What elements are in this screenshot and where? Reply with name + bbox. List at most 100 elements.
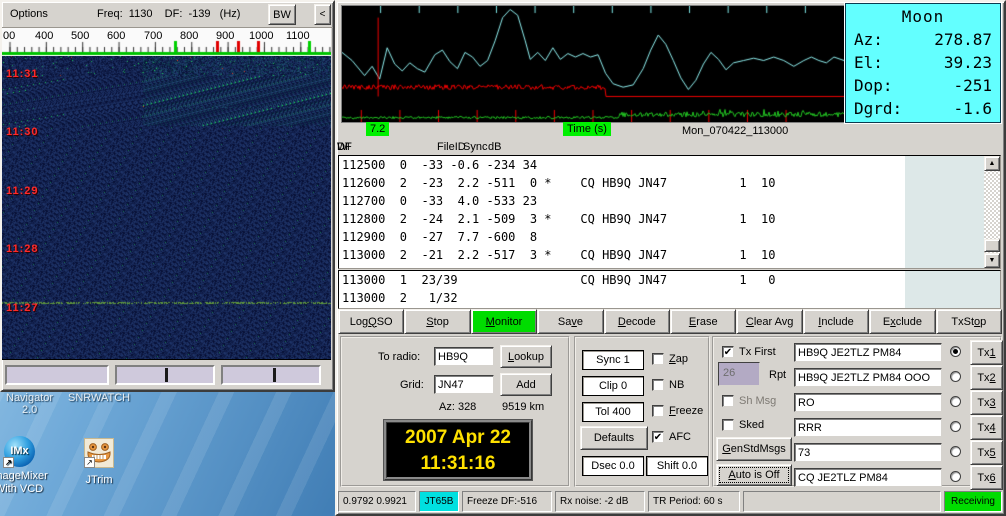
rpt-field[interactable]: 26 [718,362,760,386]
erase-button[interactable]: Erase [670,309,736,334]
nb-checkbox[interactable] [652,379,664,391]
brightness-slider-track[interactable] [115,365,215,385]
zap-checkbox[interactable] [652,353,664,365]
date-time-display: 2007 Apr 22 11:31:16 [384,420,532,480]
decoded-row[interactable]: 112900 0 -27 7.7 -600 8 [339,228,1000,246]
wsjt-window: Moon Az:278.87 El:39.23 Dop:-251 Dgrd:-1… [335,0,1006,516]
decoded-row[interactable]: 112700 0 -33 4.0 -533 23 [339,192,1000,210]
contrast-slider-track[interactable] [221,365,321,385]
scroll-up-button[interactable]: ▲ [984,156,1000,171]
save-button[interactable]: Save [537,309,603,334]
gain-slider-track[interactable] [5,365,109,385]
scroll-down-button[interactable]: ▼ [984,253,1000,268]
clip-control[interactable]: Clip 0 [582,376,644,396]
tol-control[interactable]: Tol 400 [582,402,644,422]
action-button-row: Log QSO Stop Monitor Save Decode Erase C… [338,309,1002,334]
clear-avg-button[interactable]: Clear Avg [736,309,802,334]
add-button[interactable]: Add [500,373,552,396]
afc-checkbox[interactable]: ✔ [652,431,664,443]
tx1-message-input[interactable] [794,343,942,362]
average-row[interactable]: 113000 2 1/32 [339,289,1000,307]
tx2-button[interactable]: Tx2 [970,365,1003,390]
waterfall-slider-row [2,359,331,388]
include-button[interactable]: Include [803,309,869,334]
scroll-left-button[interactable]: < [314,4,331,25]
log-qso-button[interactable]: Log QSO [338,309,404,334]
desktop-label-navigator[interactable]: Navigator [6,392,53,404]
tx5-button[interactable]: Tx5 [970,440,1003,465]
sked-label: Sked [739,419,764,431]
average-row[interactable]: 113000 1 23/39 CQ HB9Q JN47 1 0 [339,271,1000,289]
brightness-slider-thumb[interactable] [165,368,168,382]
tx4-button[interactable]: Tx4 [970,415,1003,440]
contrast-slider-thumb[interactable] [273,368,276,382]
signal-graph-canvas[interactable] [341,5,845,123]
receiving-status: Receiving [944,491,1002,512]
sked-checkbox[interactable] [722,419,734,431]
tx3-button[interactable]: Tx3 [970,390,1003,415]
dgrd-value: -1.6 [953,97,992,120]
moon-panel-title: Moon [854,6,992,28]
tx6-radio[interactable] [950,471,961,482]
desktop-label-navigator-version: 2.0 [22,404,37,416]
scale-ticks-canvas [2,28,331,56]
options-menu[interactable]: Options [10,8,48,20]
auto-button[interactable]: Auto is Off [716,464,792,486]
az-value: 278.87 [934,28,992,51]
shortcut-arrow-icon: ↗ [84,457,95,468]
freeze-checkbox[interactable] [652,405,664,417]
stop-button[interactable]: Stop [404,309,470,334]
desktop-label-snrwatch[interactable]: SNRWATCH [68,392,130,404]
imagemixer-desktop-icon[interactable]: IMx ↗ [4,436,35,467]
gen-std-msgs-button[interactable]: GenStdMsgs [716,437,792,461]
tx1-radio[interactable] [950,346,961,357]
decoded-row[interactable]: 112800 2 -24 2.1 -509 3 * CQ HB9Q JN47 1… [339,210,1000,228]
tx-first-checkbox[interactable]: ✔ [722,346,734,358]
status-spacer [743,491,941,512]
tx4-radio[interactable] [950,421,961,432]
decoded-messages-list[interactable]: 112500 0 -33 -0.6 -234 34 112600 2 -23 2… [338,155,1001,269]
waterfall-display[interactable]: 11:31 11:30 11:29 11:28 11:27 [2,56,331,359]
station-groupbox: To radio: Lookup Grid: Add Az: 328 9519 … [340,336,570,487]
decoded-row[interactable]: 112600 2 -23 2.2 -511 0 * CQ HB9Q JN47 1… [339,174,1000,192]
tx1-button[interactable]: Tx1 [970,340,1003,365]
sh-msg-checkbox[interactable] [722,395,734,407]
decoded-row[interactable]: 112500 0 -33 -0.6 -234 34 [339,156,1000,174]
time-text: 11:31:16 [387,451,529,477]
sync-control[interactable]: Sync 1 [582,350,644,370]
tx6-message-input[interactable] [794,468,942,487]
rx-noise-status: Rx noise: -2 dB [555,491,645,512]
lookup-button[interactable]: Lookup [500,345,552,368]
monitor-button[interactable]: Monitor [471,309,537,334]
exclude-button[interactable]: Exclude [869,309,935,334]
bw-button[interactable]: BW [268,4,296,25]
to-radio-input[interactable] [434,347,494,366]
decoded-row[interactable]: 113000 2 -21 2.2 -517 3 * CQ HB9Q JN47 1… [339,246,1000,264]
decode-button[interactable]: Decode [604,309,670,334]
frequency-scale: 00 400 500 600 700 800 900 1000 1100 [2,28,331,56]
jtrim-desktop-icon[interactable]: ↗ [84,438,114,468]
defaults-button[interactable]: Defaults [580,426,648,450]
shift-control[interactable]: Shift 0.0 [646,456,708,476]
txstop-button[interactable]: TxStop [936,309,1002,334]
el-value: 39.23 [944,51,992,74]
tx2-message-input[interactable] [794,368,942,387]
waterfall-canvas[interactable] [2,56,331,359]
tx4-message-input[interactable] [794,418,942,437]
scrollbar-thumb[interactable] [984,239,1000,252]
tx5-radio[interactable] [950,446,961,457]
tx5-message-input[interactable] [794,443,942,462]
waterfall-timestamp: 11:31 [6,68,39,80]
tx6-button[interactable]: Tx6 [970,465,1003,490]
decode-scrollbar[interactable]: ▲ ▼ [984,156,1000,268]
tx3-radio[interactable] [950,396,961,407]
tx3-message-input[interactable] [794,393,942,412]
az-label: Az: [854,28,883,51]
freeze-label: Freeze [669,405,703,417]
grid-input[interactable] [434,375,494,394]
tx2-radio[interactable] [950,371,961,382]
moon-tracking-panel: Moon Az:278.87 El:39.23 Dop:-251 Dgrd:-1… [845,3,1001,123]
average-messages-list[interactable]: 113000 1 23/39 CQ HB9Q JN47 1 0 113000 2… [338,270,1001,309]
dsec-control[interactable]: Dsec 0.0 [582,456,644,476]
el-label: El: [854,51,883,74]
